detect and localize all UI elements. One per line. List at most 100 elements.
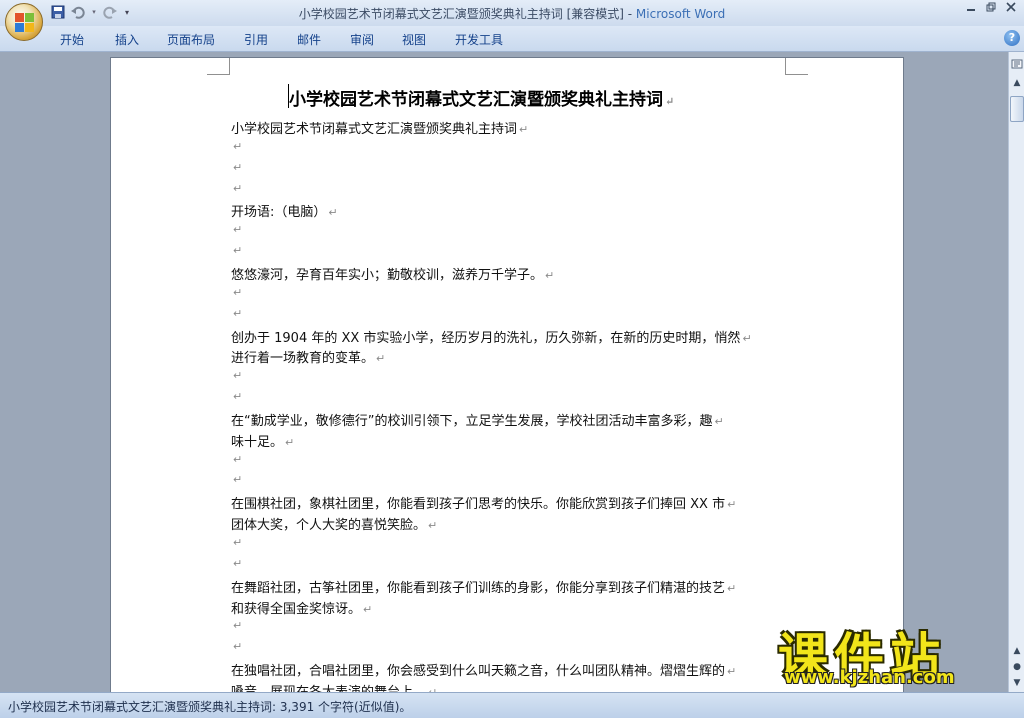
document-line[interactable]: 在舞蹈社团，古筝社团里，你能看到孩子们训练的身影，你能分享到孩子们精湛的技艺 ↵	[231, 577, 736, 596]
document-line[interactable]: ↵	[231, 389, 242, 404]
line-text: 团体大奖，个人大奖的喜悦笑脸。	[231, 518, 427, 534]
browse-object-icon[interactable]: ●	[1010, 660, 1024, 674]
paragraph-mark: ↵	[519, 123, 529, 136]
document-line[interactable]: ↵	[231, 222, 242, 237]
document-line[interactable]: ↵	[231, 160, 242, 175]
previous-page-icon[interactable]: ▲	[1010, 644, 1024, 658]
scrollbar-thumb[interactable]	[1010, 96, 1024, 122]
tab-view[interactable]: 视图	[402, 31, 426, 48]
ribbon-tabs: 开始 插入 页面布局 引用 邮件 审阅 视图 开发工具 ?	[0, 26, 1024, 52]
status-word-count[interactable]: 小学校园艺术节闭幕式文艺汇演暨颁奖典礼主持词: 3,391 个字符(近似值)。	[8, 698, 411, 715]
line-text: 在独唱社团，合唱社团里，你会感受到什么叫天籁之音，什么叫团队精神。熠熠生辉的	[231, 664, 726, 680]
tab-home[interactable]: 开始	[60, 31, 84, 48]
tab-review[interactable]: 审阅	[350, 31, 374, 48]
watermark-logo: 课件站 www.kjzhan.com	[770, 617, 1010, 695]
tab-developer[interactable]: 开发工具	[455, 31, 503, 48]
paragraph-mark: ↵	[376, 352, 386, 366]
line-text: 进行着一场教育的变革。	[231, 351, 375, 367]
paragraph-mark: ↵	[233, 306, 243, 320]
office-logo-icon	[15, 13, 35, 33]
line-text: 开场语:（电脑）	[231, 205, 327, 221]
document-line[interactable]: ↵	[231, 535, 242, 550]
tab-references[interactable]: 引用	[244, 31, 268, 48]
document-line[interactable]: ↵	[231, 139, 242, 154]
status-bar: 小学校园艺术节闭幕式文艺汇演暨颁奖典礼主持词: 3,391 个字符(近似值)。	[0, 692, 1024, 718]
line-text: 在围棋社团，象棋社团里，你能看到孩子们思考的快乐。你能欣赏到孩子们捧回 XX 市	[231, 497, 726, 513]
close-icon[interactable]	[1004, 2, 1018, 16]
paragraph-mark: ↵	[545, 268, 555, 282]
paragraph-mark: ↵	[328, 206, 338, 220]
paragraph-mark: ↵	[363, 602, 373, 616]
paragraph-mark: ↵	[233, 640, 243, 654]
document-line[interactable]: 创办于 1904 年的 XX 市实验小学，经历岁月的洗礼，历久弥新，在新的历史时…	[231, 327, 752, 346]
paragraph-mark: ↵	[727, 665, 737, 679]
window-controls	[964, 2, 1018, 16]
vertical-scrollbar[interactable]: ▲ ▲ ● ▼	[1008, 52, 1024, 692]
paragraph-mark: ↵	[233, 285, 243, 299]
office-button[interactable]	[5, 3, 43, 41]
restore-icon[interactable]	[984, 2, 998, 16]
line-text: 小学校园艺术节闭幕式文艺汇演暨颁奖典礼主持词	[231, 122, 518, 137]
document-line[interactable]: ↵	[231, 639, 242, 654]
document-line[interactable]: ↵	[231, 243, 242, 258]
document-line[interactable]: ↵	[231, 472, 242, 487]
document-line[interactable]: 和获得全国金奖惊讶。 ↵	[231, 598, 372, 617]
paragraph-mark: ↵	[233, 369, 243, 383]
margin-corner-top-left	[207, 58, 230, 75]
paragraph-mark: ↵	[233, 160, 243, 174]
document-line[interactable]: 在围棋社团，象棋社团里，你能看到孩子们思考的快乐。你能欣赏到孩子们捧回 XX 市…	[231, 493, 736, 512]
paragraph-mark: ↵	[727, 581, 737, 595]
document-line[interactable]: ↵	[231, 556, 242, 571]
document-line[interactable]: 团体大奖，个人大奖的喜悦笑脸。 ↵	[231, 514, 437, 533]
paragraph-mark: ↵	[233, 619, 243, 633]
paragraph-mark: ↵	[665, 95, 675, 108]
paragraph-mark: ↵	[233, 244, 243, 258]
paragraph-mark: ↵	[285, 435, 295, 449]
minimize-icon[interactable]	[964, 2, 978, 16]
paragraph-mark: ↵	[727, 498, 737, 512]
line-text: 和获得全国金奖惊讶。	[231, 601, 362, 617]
document-line[interactable]: ↵	[231, 452, 242, 467]
paragraph-mark: ↵	[233, 223, 243, 237]
window-title: 小学校园艺术节闭幕式文艺汇演暨颁奖典礼主持词 [兼容模式] - Microsof…	[0, 5, 1024, 22]
heading-text: 小学校园艺术节闭幕式文艺汇演暨颁奖典礼主持词	[289, 90, 663, 110]
ruler-toggle-icon[interactable]	[1010, 58, 1024, 72]
paragraph-mark: ↵	[233, 181, 243, 195]
document-line[interactable]: ↵	[231, 285, 242, 300]
help-icon[interactable]: ?	[1004, 30, 1020, 46]
line-text: 悠悠濠河，孕育百年实小；勤敬校训，滋养万千学子。	[231, 267, 544, 283]
paragraph-mark: ↵	[233, 390, 243, 404]
line-text: 嗓音，展现在各大表演的舞台上。	[231, 685, 426, 692]
document-line[interactable]: ↵	[231, 618, 242, 633]
tab-mailings[interactable]: 邮件	[297, 31, 321, 48]
document-line[interactable]: ↵	[231, 306, 242, 321]
paragraph-mark: ↵	[233, 139, 243, 153]
scroll-up-icon[interactable]: ▲	[1010, 76, 1024, 90]
document-line[interactable]: 开场语:（电脑） ↵	[231, 201, 338, 220]
paragraph-mark: ↵	[742, 331, 752, 345]
document-line[interactable]: 在“勤成学业，敬修德行”的校训引领下，立足学生发展，学校社团活动丰富多彩，趣 ↵	[231, 410, 724, 429]
paragraph-mark: ↵	[233, 556, 243, 570]
document-line[interactable]: ↵	[231, 368, 242, 383]
paragraph-mark: ↵	[233, 536, 243, 549]
document-page[interactable]: 小学校园艺术节闭幕式文艺汇演暨颁奖典礼主持词 ↵ 小学校园艺术节闭幕式文艺汇演暨颁…	[110, 57, 904, 692]
document-line[interactable]: 进行着一场教育的变革。 ↵	[231, 347, 385, 366]
document-line[interactable]: 小学校园艺术节闭幕式文艺汇演暨颁奖典礼主持词 ↵	[231, 118, 528, 137]
document-line[interactable]: 悠悠濠河，孕育百年实小；勤敬校训，滋养万千学子。 ↵	[231, 264, 554, 283]
paragraph-mark: ↵	[233, 473, 243, 487]
line-text: 创办于 1904 年的 XX 市实验小学，经历岁月的洗礼，历久弥新，在新的历史时…	[231, 330, 741, 346]
document-line[interactable]: 在独唱社团，合唱社团里，你会感受到什么叫天籁之音，什么叫团队精神。熠熠生辉的 ↵	[231, 660, 736, 679]
document-line[interactable]: ↵	[231, 181, 242, 196]
next-page-icon[interactable]: ▼	[1010, 676, 1024, 690]
document-line[interactable]: 嗓音，展现在各大表演的舞台上。↵	[231, 681, 437, 692]
tab-insert[interactable]: 插入	[115, 31, 139, 48]
line-text: 在舞蹈社团，古筝社团里，你能看到孩子们训练的身影，你能分享到孩子们精湛的技艺	[231, 580, 726, 596]
app-name: Microsoft Word	[635, 7, 726, 21]
line-text: 在“勤成学业，敬修德行”的校训引领下，立足学生发展，学校社团活动丰富多彩，趣	[231, 413, 713, 429]
document-line[interactable]: 味十足。 ↵	[231, 431, 294, 450]
watermark-url: www.kjzhan.com	[784, 667, 955, 688]
tab-page-layout[interactable]: 页面布局	[167, 31, 215, 48]
paragraph-mark: ↵	[428, 519, 438, 533]
document-heading[interactable]: 小学校园艺术节闭幕式文艺汇演暨颁奖典礼主持词 ↵	[289, 85, 674, 110]
margin-corner-top-right	[785, 58, 808, 75]
